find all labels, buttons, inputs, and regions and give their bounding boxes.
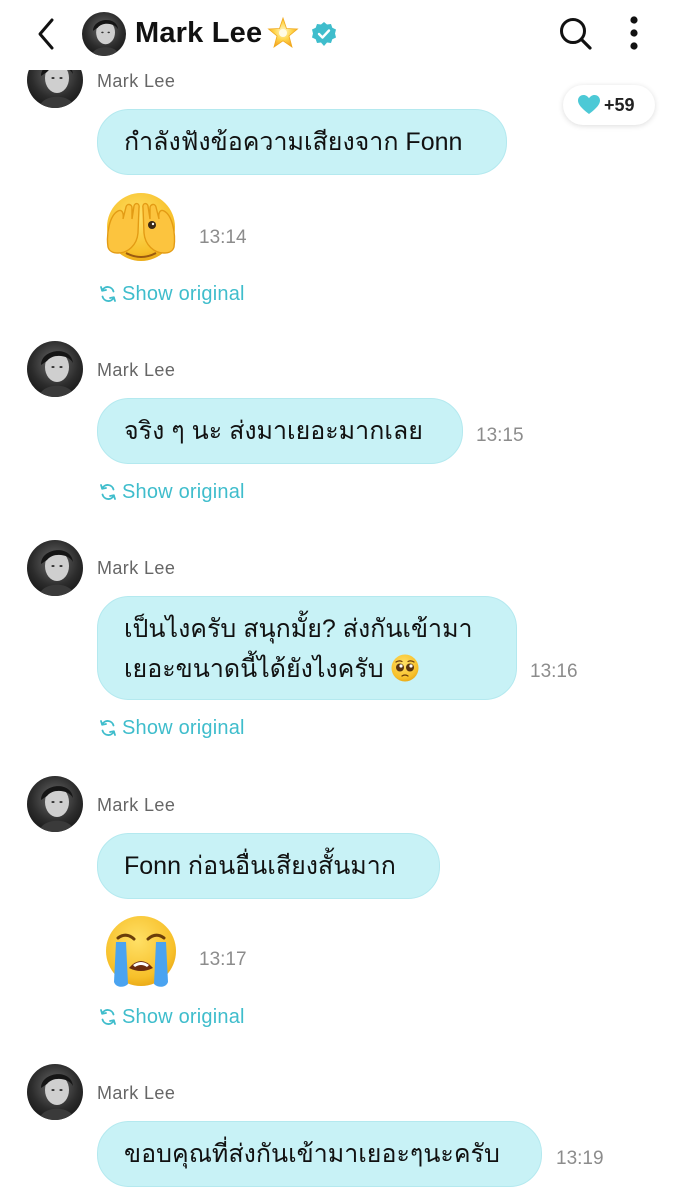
loudly-crying-face-emoji[interactable]: [102, 912, 180, 990]
chevron-left-icon: [38, 18, 54, 50]
message-time: 13:14: [199, 227, 247, 248]
show-original-link[interactable]: Show original: [98, 1004, 245, 1030]
refresh-icon: [98, 482, 118, 502]
sparkle-star-icon: [267, 16, 299, 48]
message-time: 13:19: [556, 1148, 604, 1169]
sender-avatar[interactable]: [27, 540, 83, 596]
pleading-face-emoji: [391, 654, 419, 682]
sender-name: Mark Lee: [97, 71, 176, 91]
show-original-link[interactable]: Show original: [98, 281, 245, 307]
show-original-link[interactable]: Show original: [98, 479, 245, 505]
show-original-label: Show original: [122, 716, 245, 739]
message-line: เป็นไงครับ สนุกมั้ย? ส่งกันเข้ามา: [124, 615, 473, 643]
face-covering-eyes-emoji[interactable]: [102, 189, 180, 267]
sender-name: Mark Lee: [97, 1083, 176, 1103]
refresh-icon: [98, 1007, 118, 1027]
search-button[interactable]: [556, 14, 596, 54]
like-count: +59: [604, 95, 635, 115]
search-icon: [560, 18, 592, 50]
sender-name: Mark Lee: [97, 558, 176, 578]
refresh-icon: [98, 284, 118, 304]
message-time: 13:16: [530, 661, 578, 682]
sender-avatar[interactable]: [27, 1064, 83, 1120]
sender-name: Mark Lee: [97, 360, 176, 380]
message-time: 13:15: [476, 425, 524, 446]
message-bubble[interactable]: ขอบคุณที่ส่งกันเข้ามาเยอะๆนะครับ: [97, 1121, 542, 1187]
message-bubble[interactable]: เป็นไงครับ สนุกมั้ย? ส่งกันเข้ามา เยอะขน…: [97, 596, 517, 700]
message-bubble[interactable]: กำลังฟังข้อความเสียงจาก Fonn: [97, 109, 507, 175]
sender-avatar[interactable]: [27, 776, 83, 832]
message-line-wrap: เยอะขนาดนี้ได้ยังไงครับ: [124, 649, 490, 689]
refresh-icon: [98, 718, 118, 738]
more-options-button[interactable]: [620, 12, 648, 56]
sender-avatar[interactable]: [27, 341, 83, 397]
like-count-pill[interactable]: +59: [563, 85, 655, 125]
message-bubble[interactable]: Fonn ก่อนอื่นเสียงสั้นมาก: [97, 833, 440, 899]
verified-badge-icon: [312, 22, 336, 46]
message-bubble[interactable]: จริง ๆ นะ ส่งมาเยอะมากเลย: [97, 398, 463, 464]
sender-name: Mark Lee: [97, 795, 176, 815]
show-original-label: Show original: [122, 282, 245, 305]
chat-title: Mark Lee: [135, 17, 263, 49]
back-button[interactable]: [30, 14, 64, 54]
header-avatar[interactable]: [82, 12, 126, 56]
message-time: 13:17: [199, 949, 247, 970]
chat-header: Mark Lee: [0, 0, 673, 70]
message-line: เยอะขนาดนี้ได้ยังไงครับ: [124, 655, 384, 683]
show-original-label: Show original: [122, 1005, 245, 1028]
show-original-link[interactable]: Show original: [98, 715, 245, 741]
heart-icon: [578, 95, 600, 114]
more-vertical-icon: [630, 16, 638, 50]
show-original-label: Show original: [122, 480, 245, 503]
